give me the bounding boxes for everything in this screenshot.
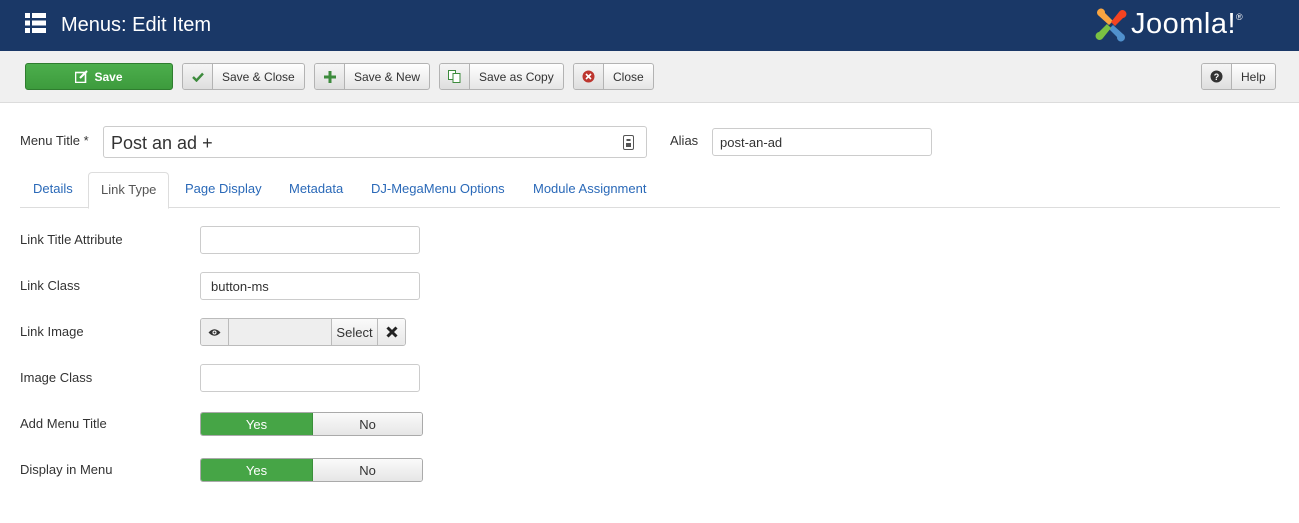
copy-icon bbox=[440, 64, 470, 89]
menu-title-input[interactable]: Post an ad + bbox=[103, 126, 647, 158]
add-menu-title-yes[interactable]: Yes bbox=[201, 413, 313, 435]
display-in-menu-yes[interactable]: Yes bbox=[201, 459, 313, 481]
tab-bar: Details Link Type Page Display Metadata … bbox=[20, 172, 1280, 209]
tab-dj-megamenu-options[interactable]: DJ-MegaMenu Options bbox=[359, 172, 517, 208]
save-close-label: Save & Close bbox=[222, 69, 295, 84]
save-label: Save bbox=[94, 69, 123, 84]
tab-page-display[interactable]: Page Display bbox=[173, 172, 274, 208]
tab-details[interactable]: Details bbox=[21, 172, 85, 208]
list-icon[interactable] bbox=[25, 13, 46, 33]
save-button[interactable]: Save bbox=[25, 63, 173, 90]
tab-module-assignment[interactable]: Module Assignment bbox=[521, 172, 658, 208]
alias-label: Alias bbox=[670, 133, 699, 148]
link-class-value: button-ms bbox=[211, 279, 269, 294]
header-bar: Menus: Edit Item Joomla!® bbox=[0, 0, 1299, 51]
display-in-menu-label: Display in Menu bbox=[20, 462, 113, 477]
alias-input[interactable]: post-an-ad bbox=[712, 128, 932, 156]
checkmark-icon bbox=[183, 64, 213, 89]
add-menu-title-label: Add Menu Title bbox=[20, 416, 107, 431]
menu-title-label: Menu Title * bbox=[20, 133, 89, 148]
alias-value: post-an-ad bbox=[720, 135, 783, 150]
tab-link-type[interactable]: Link Type bbox=[88, 172, 170, 209]
svg-text:?: ? bbox=[1214, 72, 1220, 82]
save-as-copy-label: Save as Copy bbox=[479, 69, 554, 84]
link-image-path-field bbox=[229, 319, 332, 345]
image-class-input[interactable] bbox=[200, 364, 420, 392]
close-label: Close bbox=[613, 69, 644, 84]
menu-title-value: Post an ad + bbox=[111, 133, 213, 153]
add-menu-title-no[interactable]: No bbox=[313, 413, 422, 435]
save-close-button[interactable]: Save & Close bbox=[182, 63, 305, 90]
display-in-menu-no[interactable]: No bbox=[313, 459, 422, 481]
close-button[interactable]: Close bbox=[573, 63, 654, 90]
save-new-label: Save & New bbox=[354, 69, 421, 84]
save-new-button[interactable]: Save & New bbox=[314, 63, 431, 90]
link-image-select-button[interactable]: Select bbox=[332, 319, 378, 345]
question-icon: ? bbox=[1202, 64, 1232, 89]
display-in-menu-toggle: Yes No bbox=[200, 458, 423, 482]
add-menu-title-toggle: Yes No bbox=[200, 412, 423, 436]
link-image-label: Link Image bbox=[20, 324, 84, 339]
logo-text: Joomla!® bbox=[1131, 8, 1244, 40]
link-title-attribute-input[interactable] bbox=[200, 226, 420, 254]
eye-icon[interactable] bbox=[201, 319, 229, 345]
page-title: Menus: Edit Item bbox=[61, 14, 212, 36]
link-class-label: Link Class bbox=[20, 278, 80, 293]
help-label: Help bbox=[1241, 69, 1266, 84]
clear-x-icon[interactable] bbox=[378, 319, 405, 345]
edit-icon bbox=[75, 64, 89, 89]
link-image-media-field: Select bbox=[200, 318, 406, 346]
image-class-label: Image Class bbox=[20, 370, 93, 385]
cancel-circle-icon bbox=[574, 64, 604, 89]
toolbar: Save Save & Close Save & New Save as Cop… bbox=[0, 51, 1299, 103]
link-class-input[interactable]: button-ms bbox=[200, 272, 420, 300]
document-icon[interactable] bbox=[623, 135, 634, 153]
save-as-copy-button[interactable]: Save as Copy bbox=[439, 63, 564, 90]
joomla-logo-icon bbox=[1095, 8, 1127, 42]
tab-metadata[interactable]: Metadata bbox=[277, 172, 355, 208]
link-title-attribute-label: Link Title Attribute bbox=[20, 232, 123, 247]
plus-icon bbox=[315, 64, 345, 89]
help-button[interactable]: ? Help bbox=[1201, 63, 1276, 90]
joomla-logo: Joomla!® bbox=[1093, 6, 1278, 46]
